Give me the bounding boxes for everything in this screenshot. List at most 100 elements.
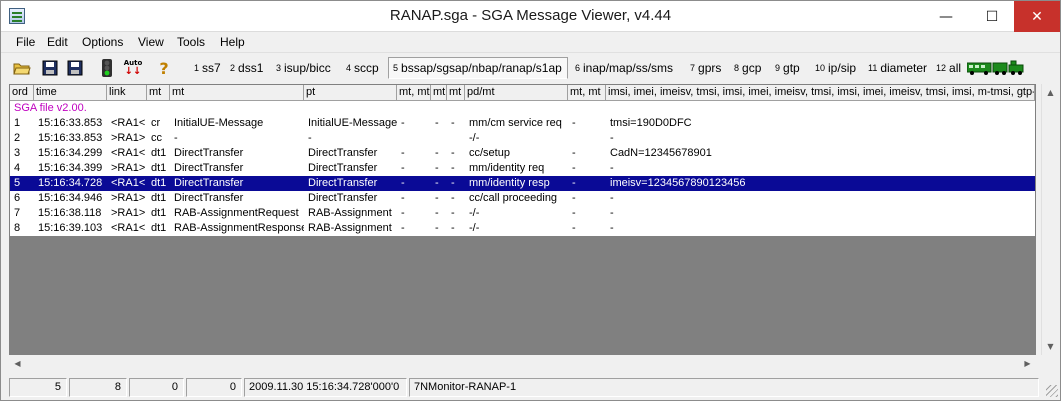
title-bar[interactable]: RANAP.sga - SGA Message Viewer, v4.44 — … [1,1,1060,32]
tab-all[interactable]: 12 all [936,57,961,79]
cell-mt1: dt1 [151,207,167,219]
cell-mt4: - [451,117,455,129]
status-source: 7NMonitor-RANAP-1 [409,378,1039,397]
cell-mt2: DirectTransfer [174,192,244,204]
cell-mt4: - [451,192,455,204]
tab-isup-bicc[interactable]: 3 isup/bicc [276,57,331,79]
cell-pdmt: mm/cm service req [469,117,562,129]
cell-time: 15:16:38.118 [38,207,102,219]
cell-mtmt2: - [572,192,576,204]
traffic-light-icon[interactable] [97,58,117,78]
col-header-mt[interactable]: mt [147,85,170,101]
open-folder-icon[interactable] [12,58,32,78]
save-icon[interactable] [40,58,60,78]
tab-gtp[interactable]: 9 gtp [775,57,800,79]
resize-grip-icon[interactable] [1046,385,1058,397]
menu-file[interactable]: File [16,35,35,49]
vertical-scrollbar[interactable]: ▲ ▼ [1041,84,1058,355]
table-row[interactable]: 5 15:16:34.728 <RA1< dt1 DirectTransfer Direc… [10,176,1035,191]
cell-mt4: - [451,147,455,159]
col-header-link[interactable]: link [107,85,147,101]
minimize-button[interactable]: — [923,1,969,32]
cell-time: 15:16:33.853 [38,117,103,129]
tab-number: 10 [815,63,826,73]
menu-help[interactable]: Help [220,35,245,49]
col-header-mt-name[interactable]: mt [170,85,304,101]
tab-label: sccp [354,61,379,75]
cell-pt: DirectTransfer [308,162,378,174]
auto-scroll-icon[interactable]: Auto ↓↓ [123,58,143,78]
scroll-left-icon[interactable]: ◀ [9,355,26,372]
help-icon[interactable]: ? [154,58,174,78]
col-header-identities[interactable]: imsi, imei, imeisv, tmsi, imsi, imei, im… [606,85,1035,101]
status-message-count: 8 [69,378,127,397]
tab-sccp[interactable]: 4 sccp [346,57,379,79]
tab-diameter[interactable]: 11 diameter [868,57,927,79]
scroll-down-icon[interactable]: ▼ [1042,338,1059,355]
menu-edit[interactable]: Edit [47,35,68,49]
tab-bssap-sgsap-nbap-ranap-s1ap[interactable]: 5 bssap/sgsap/nbap/ranap/s1ap [388,57,568,79]
menu-view[interactable]: View [138,35,164,49]
cell-mtmt: - [401,147,405,159]
tab-inap-map-ss-sms[interactable]: 6 inap/map/ss/sms [575,57,673,79]
tab-ip-sip[interactable]: 10 ip/sip [815,57,856,79]
cell-link: <RA1< [111,117,146,129]
col-header-ord[interactable]: ord [10,85,34,101]
tab-number: 3 [276,63,282,73]
sga-file-label: SGA file v2.00. [14,102,87,114]
status-field-3: 0 [129,378,184,397]
table-row[interactable]: 3 15:16:34.299 <RA1< dt1 DirectTransfer Direc… [10,146,1035,161]
table-row[interactable]: 7 15:16:38.118 >RA1> dt1 RAB-AssignmentReque… [10,206,1035,221]
cell-pt: DirectTransfer [308,147,378,159]
tab-dss1[interactable]: 2 dss1 [230,57,263,79]
sga-file-row[interactable]: SGA file v2.00. [10,101,1035,116]
cell-mt4: - [451,177,455,189]
table-row[interactable]: 1 15:16:33.853 <RA1< cr InitialUE-Message Ini… [10,116,1035,131]
cell-time: 15:16:33.853 [38,132,103,144]
cell-ids: tmsi=190D0DFC [610,117,692,129]
col-header-pt[interactable]: pt [304,85,397,101]
scroll-up-icon[interactable]: ▲ [1042,84,1059,101]
tab-label: gprs [698,61,722,75]
cell-ord: 6 [14,192,21,204]
col-header-pd-mt[interactable]: pd/mt [465,85,568,101]
horizontal-scrollbar[interactable]: ◀ ▶ [9,355,1036,372]
table-row[interactable]: 8 15:16:39.103 <RA1< dt1 RAB-AssignmentRespo… [10,221,1035,236]
cell-ord: 8 [14,222,21,234]
cell-mt3: - [435,177,439,189]
cell-mt2: DirectTransfer [174,162,244,174]
cell-pdmt: -/- [469,132,480,144]
cell-mt2: - [174,132,178,144]
cell-mt1: dt1 [151,162,167,174]
tab-gcp[interactable]: 8 gcp [734,57,761,79]
col-header-mt-mt[interactable]: mt, mt [397,85,431,101]
tab-number: 7 [690,63,696,73]
cell-mt2: DirectTransfer [174,177,244,189]
train-icon[interactable] [967,60,1025,76]
close-button[interactable]: ✕ [1014,1,1060,32]
menu-options[interactable]: Options [82,35,123,49]
col-header-mt-3[interactable]: mt [447,85,465,101]
col-header-mt-2[interactable]: mt [431,85,447,101]
cell-mt1: dt1 [151,147,167,159]
save-as-icon[interactable] [65,58,85,78]
table-row[interactable]: 2 15:16:33.853 >RA1> cc - - -/- - [10,131,1035,146]
tab-ss7[interactable]: 1 ss7 [194,57,221,79]
scroll-right-icon[interactable]: ▶ [1019,355,1036,372]
table-row[interactable]: 4 15:16:34.399 >RA1> dt1 DirectTransfer Direc… [10,161,1035,176]
cell-pt: DirectTransfer [308,192,378,204]
cell-link: <RA1< [111,147,146,159]
col-header-time[interactable]: time [34,85,107,101]
window-title: RANAP.sga - SGA Message Viewer, v4.44 [389,7,672,24]
menu-tools[interactable]: Tools [177,35,205,49]
cell-mt3: - [435,162,439,174]
cell-link: >RA1> [111,132,146,144]
cell-ord: 2 [14,132,21,144]
maximize-button[interactable]: ☐ [969,1,1015,32]
message-grid[interactable]: ord time link mt mt pt mt, mt mt mt pd/m… [9,84,1036,355]
cell-time: 15:16:34.728 [38,177,103,189]
cell-mt3: - [435,192,439,204]
tab-gprs[interactable]: 7 gprs [690,57,721,79]
col-header-mt-mt-2[interactable]: mt, mt [568,85,606,101]
table-row[interactable]: 6 15:16:34.946 >RA1> dt1 DirectTransfer Direc… [10,191,1035,206]
